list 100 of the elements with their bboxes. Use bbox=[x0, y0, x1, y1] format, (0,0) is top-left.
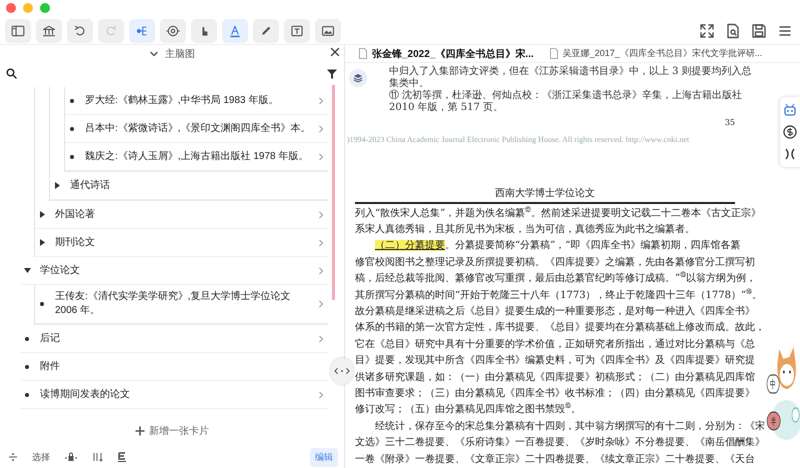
text-line: 稿，后经总裁等批阅、纂修官改写重撰，最后由总纂官纪昀等修订成稿。”$^{⑬}$以翁方纲为例， bbox=[355, 271, 756, 286]
running-header: 西南大学博士学位论文 bbox=[355, 186, 735, 204]
page-number: 35 bbox=[724, 118, 735, 127]
bullet-icon bbox=[70, 98, 74, 102]
text-line: 一卷《附录》一卷提要、《文章正宗》二十四卷提要、《续文章正宗》二十卷提要、《天台 bbox=[355, 452, 755, 467]
close-light[interactable] bbox=[6, 3, 16, 13]
item-label: 吕本中:《紫微诗话》,《景印文渊阁四库全书》本。 bbox=[84, 122, 312, 136]
chevron-right-icon[interactable] bbox=[318, 152, 324, 160]
pencil-tool[interactable] bbox=[253, 18, 279, 42]
layers-icon bbox=[353, 73, 363, 83]
caret-right-icon[interactable] bbox=[38, 211, 46, 218]
text-line: 图书审查要求；（三）由分纂稿见《四库全书》收书标准；（四）由分纂稿见《四库提要》 bbox=[355, 386, 755, 401]
panel-title: 主脑图 bbox=[165, 48, 195, 60]
text-line: 故分纂稿是继采进稿之后《总目》提要生成的一种重要形态，是对每一种进入《四库全书》 bbox=[355, 304, 755, 319]
bullet-icon bbox=[70, 126, 74, 130]
badge-label: 半 bbox=[771, 416, 776, 428]
item-label: 魏庆之:《诗人玉屑》,上海古籍出版社 1978 年版。 bbox=[84, 150, 310, 164]
item-label: 后记 bbox=[39, 332, 61, 346]
item-label: 读博期间发表的论文 bbox=[39, 388, 131, 402]
document-tab[interactable]: 吴亚娜_2017_《四库全书总目》宋代文学批评研... bbox=[548, 47, 764, 60]
outline-item[interactable]: 通代诗话 bbox=[50, 172, 328, 200]
outline-item[interactable]: 期刊论文 bbox=[35, 229, 328, 257]
text-line: 体系的书籍的第一次官方定性，库书提要、《总目》提要均在分纂稿基础上修改而成。故此， bbox=[355, 320, 765, 336]
text-line: 文选》三十二卷提要、《乐府诗集》一百卷提要、《岁时杂咏》不分卷提要、《南岳倡酬集》 bbox=[355, 436, 765, 450]
sidebar-tool[interactable] bbox=[5, 18, 31, 42]
item-label: 王传友:《清代实学美学研究》,复旦大学博士学位论文 2006 年。 bbox=[54, 290, 292, 318]
chevron-right-icon[interactable] bbox=[318, 300, 324, 308]
item-label: 期刊论文 bbox=[54, 236, 96, 250]
text-line: 修官校阅图书之整理记录及所撰提要初稿。《四库提要》之编纂，先由各纂修官分工撰写初 bbox=[355, 256, 755, 270]
save-icon[interactable] bbox=[750, 22, 768, 40]
caret-down-icon[interactable] bbox=[24, 267, 30, 274]
robot-icon[interactable] bbox=[783, 103, 797, 117]
search-icon bbox=[6, 68, 17, 79]
document-icon bbox=[550, 48, 558, 59]
bullet-icon bbox=[25, 392, 29, 396]
bullet-icon bbox=[25, 364, 29, 368]
mindmap-tool[interactable] bbox=[129, 18, 155, 42]
footnote-text: ⑪ 沈初等撰，杜泽逊、何灿点校：《浙江采集遗书总录》辛集，上海古籍出版社 2010 年版，第 517 页。 bbox=[389, 90, 744, 114]
chevron-right-icon[interactable] bbox=[318, 266, 324, 274]
item-label: 通代诗话 bbox=[69, 178, 111, 192]
image-tool[interactable] bbox=[315, 18, 341, 42]
text-format-icon[interactable] bbox=[118, 452, 127, 462]
text-line: 目》提要，发现其中所含《四库全书》编纂史料，可为《四库全书》及《四库提要》研究提 bbox=[355, 354, 755, 368]
outline-item[interactable]: 后记 bbox=[20, 325, 328, 353]
select-button[interactable]: 选择 bbox=[32, 450, 50, 464]
item-label: 外国论著 bbox=[54, 208, 96, 222]
document-icon bbox=[359, 48, 367, 59]
dollar-icon[interactable] bbox=[783, 125, 797, 139]
bank-tool[interactable] bbox=[36, 18, 62, 42]
undo-tool[interactable] bbox=[67, 18, 93, 42]
chevron-right-icon[interactable] bbox=[318, 390, 324, 398]
item-label: 罗大经:《鹤林玉露》,中华书局 1983 年版。 bbox=[84, 94, 280, 108]
item-label: 附件 bbox=[39, 360, 61, 374]
close-icon[interactable] bbox=[330, 47, 340, 57]
caret-right-icon[interactable] bbox=[54, 182, 60, 189]
layers-button[interactable] bbox=[349, 69, 367, 87]
text-line: 它在《总目》研究中具有十分重要的学术价值，正如研究者所指出，通过对比分纂稿与《总 bbox=[355, 338, 755, 352]
outline-item[interactable]: 读博期间发表的论文 bbox=[20, 381, 328, 409]
add-card-button[interactable]: 新增一张卡片 bbox=[132, 421, 212, 441]
badge-label: 中 bbox=[770, 379, 776, 392]
item-label: 学位论文 bbox=[39, 264, 81, 278]
chevron-right-icon[interactable] bbox=[318, 124, 324, 132]
outline-item[interactable]: 附件 bbox=[20, 353, 328, 381]
outline-item[interactable]: 魏庆之:《诗人玉屑》,上海古籍出版社 1978 年版。 bbox=[65, 143, 328, 171]
filter-icon[interactable] bbox=[326, 68, 338, 80]
text-line: 系宋人真德秀辑，且其所见书为宋板，当为可信，真德秀应为此书之编纂者。 bbox=[355, 222, 695, 237]
bullet-icon bbox=[40, 302, 44, 306]
copyright-text: )1994-2023 China Academic Journal Electronic Publishing House. All rights reserved. http://www.cnki.net bbox=[347, 135, 690, 144]
caret-right-icon[interactable] bbox=[38, 239, 46, 246]
target-tool[interactable] bbox=[160, 18, 186, 42]
outline-item[interactable]: 罗大经:《鹤林玉露》,中华书局 1983 年版。 bbox=[65, 87, 328, 115]
chevron-right-icon[interactable] bbox=[318, 238, 324, 246]
brackets-icon[interactable] bbox=[783, 147, 797, 161]
text-line: 经统计，保存至今的宋总集分纂稿有十四则，其中翁方纲撰写的有十二则，分别为：《宋 bbox=[374, 420, 765, 434]
sort-icon[interactable] bbox=[92, 452, 104, 462]
plus-icon bbox=[135, 426, 145, 436]
outline-item[interactable]: 学位论文 bbox=[20, 257, 328, 285]
footnote-text: 中归入了入集部诗文评类，但在《江苏采辑遗书目录》中，以上 3 则提要均列入总集类中。 bbox=[389, 66, 753, 90]
divide-icon[interactable] bbox=[8, 452, 18, 462]
document-tab[interactable]: 张金锋_2022_《四库全书总目》宋... bbox=[357, 46, 536, 60]
text-color-tool[interactable] bbox=[222, 18, 248, 42]
outline-item[interactable]: 王传友:《清代实学美学研究》,复旦大学博士学位论文 2006 年。 bbox=[35, 285, 328, 324]
bullet-icon bbox=[70, 154, 74, 158]
text-box-tool[interactable] bbox=[284, 18, 310, 42]
chevron-right-icon[interactable] bbox=[318, 210, 324, 218]
text-line: 修订改写；（五）由分纂稿见四库馆之图书禁毁$^{⑮}$。 bbox=[355, 402, 581, 418]
text-line: 列入“散佚宋人总集”，并题为佚名编纂$^{⑫}$。然前述采进提要明文记载二十二卷本《古文正宗》 bbox=[355, 206, 762, 220]
text-line: 其所撰写分纂稿的时间“开始于乾隆三十八年（1773），终止于乾隆四十三年（1778）”$^{⑭}$。 bbox=[355, 288, 762, 303]
lock-icon[interactable] bbox=[64, 452, 78, 462]
edit-button[interactable]: 编辑 bbox=[310, 448, 338, 466]
chevron-right-icon[interactable] bbox=[318, 96, 324, 104]
text-line: 供诸多研究课题，如：（一）由分纂稿见《四库提要》初稿形式；（二）由分纂稿见四库馆 bbox=[355, 370, 755, 385]
expand-icon[interactable] bbox=[698, 22, 716, 40]
highlighted-text: （二）分纂提要 bbox=[375, 240, 445, 252]
bullet-icon bbox=[25, 336, 29, 340]
text-line: （二）分纂提要。分纂提要简称“分纂稿”，“即《四库全书》编纂初期，四库馆各纂 bbox=[374, 238, 740, 254]
chevron-right-icon[interactable] bbox=[318, 334, 324, 342]
outline-item[interactable]: 吕本中:《紫微诗话》,《景印文渊阁四库全书》本。 bbox=[65, 115, 328, 143]
collapse-handle[interactable] bbox=[331, 358, 353, 384]
outline-item[interactable]: 外国论著 bbox=[35, 201, 328, 229]
